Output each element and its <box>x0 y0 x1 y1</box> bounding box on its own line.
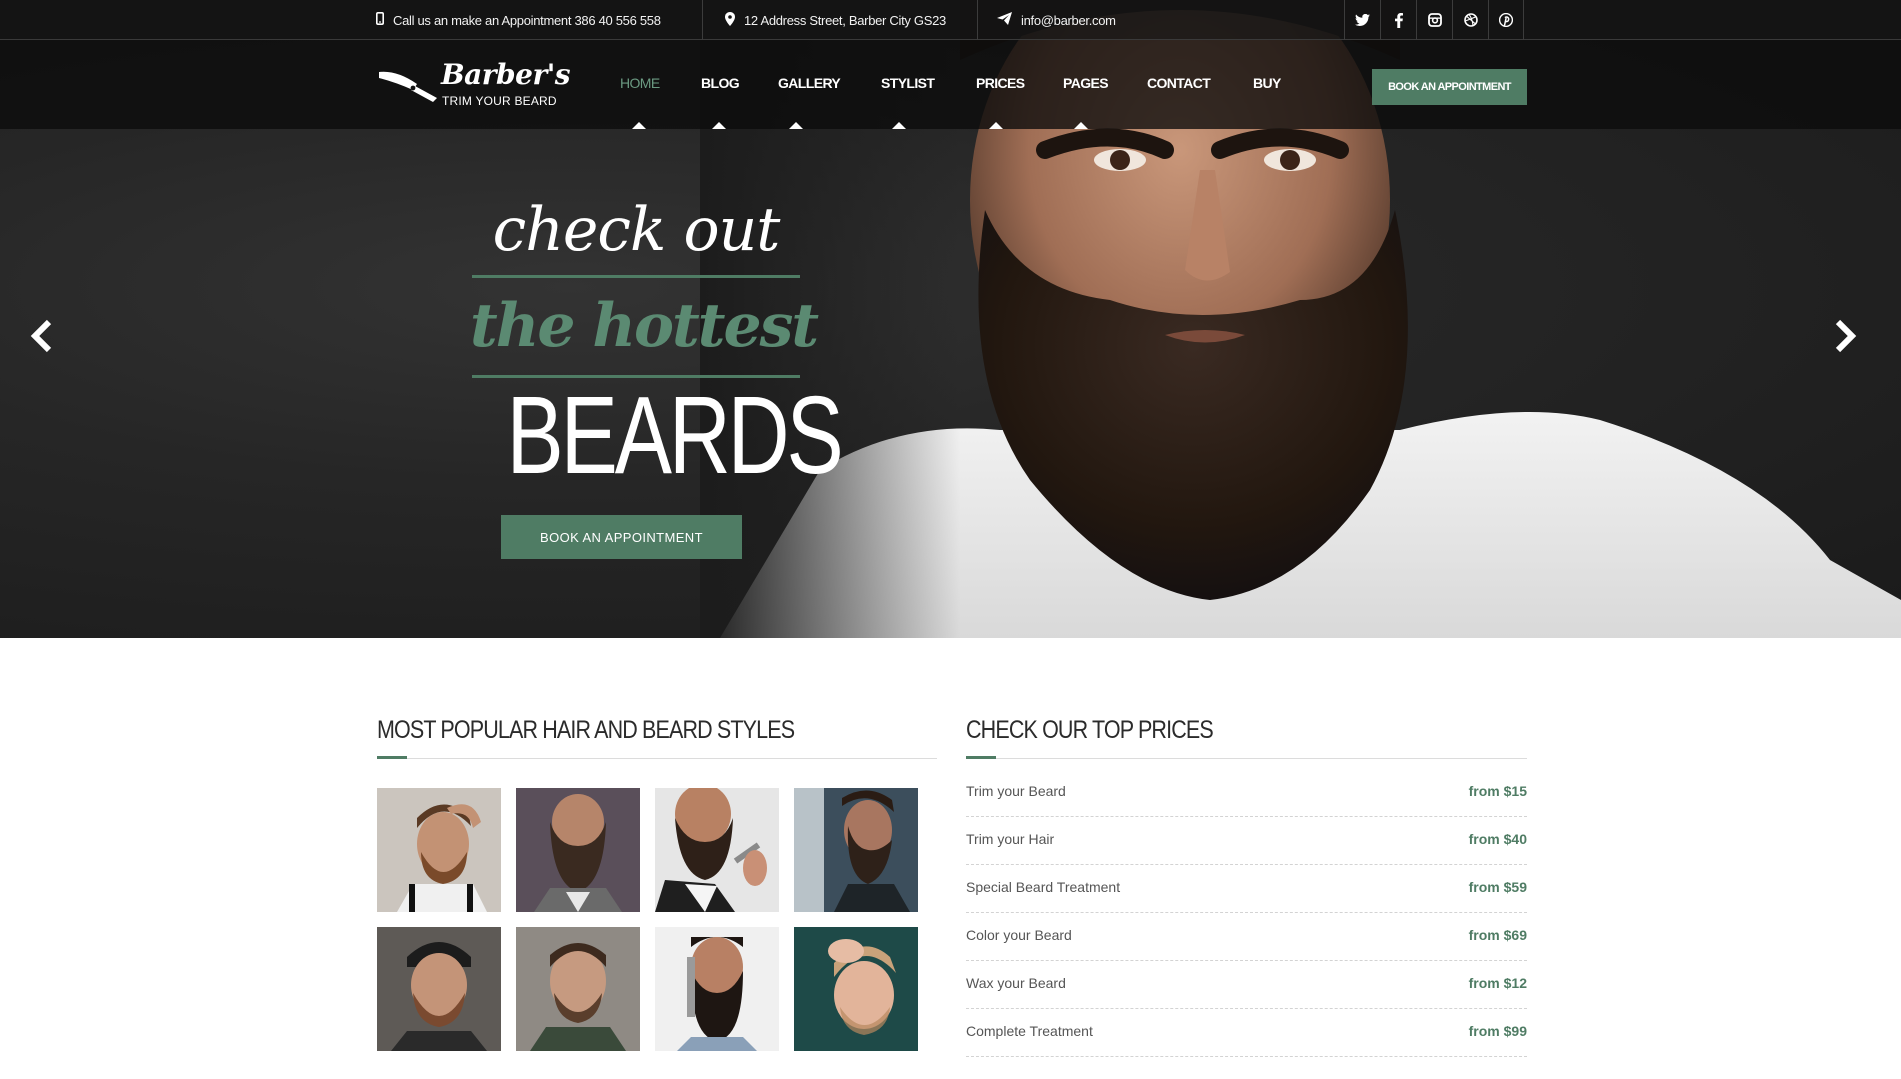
top-info-bar: Call us an make an Appointment 386 40 55… <box>0 0 1901 40</box>
styles-section-title: MOST POPULAR HAIR AND BEARD STYLES <box>377 716 795 744</box>
price-row[interactable]: Special Beard Treatment from $59 <box>966 865 1527 913</box>
phone-info: Call us an make an Appointment 386 40 55… <box>376 0 661 40</box>
price-row[interactable]: Trim your Beard from $15 <box>966 769 1527 817</box>
price-item-value: from $99 <box>1468 1023 1527 1039</box>
style-thumbnail[interactable] <box>794 788 918 912</box>
price-item-name: Complete Treatment <box>966 1023 1093 1039</box>
nav-notch <box>789 122 803 129</box>
nav-item-home[interactable]: HOME <box>620 40 660 129</box>
book-appointment-button[interactable]: BOOK AN APPOINTMENT <box>1372 69 1527 105</box>
twitter-icon[interactable] <box>1344 0 1380 40</box>
section-accent <box>966 756 996 759</box>
logo-tagline: TRIM YOUR BEARD <box>442 94 557 108</box>
price-row[interactable]: Wax your Beard from $12 <box>966 961 1527 1009</box>
section-accent <box>377 756 407 759</box>
price-item-value: from $40 <box>1468 831 1527 847</box>
hero-book-appointment-button[interactable]: BOOK AN APPOINTMENT <box>501 515 742 559</box>
nav-item-pages[interactable]: PAGES <box>1063 40 1109 129</box>
nav-notch <box>892 122 906 129</box>
paper-plane-icon <box>997 12 1012 28</box>
mobile-phone-icon <box>376 12 385 28</box>
hero-divider <box>472 275 800 278</box>
instagram-icon[interactable] <box>1416 0 1452 40</box>
nav-item-blog[interactable]: BLOG <box>701 40 740 129</box>
section-rule <box>966 758 1527 759</box>
style-thumbnail[interactable] <box>655 788 779 912</box>
pinterest-icon[interactable] <box>1488 0 1524 40</box>
main-navbar: Barber's TRIM YOUR BEARD HOME BLOG GALLE… <box>0 40 1901 129</box>
nav-item-contact[interactable]: CONTACT <box>1147 40 1211 129</box>
chevron-left-icon <box>30 319 52 353</box>
site-logo[interactable]: Barber's TRIM YOUR BEARD <box>377 58 571 114</box>
price-item-name: Wax your Beard <box>966 975 1066 991</box>
nav-item-stylist[interactable]: STYLIST <box>881 40 935 129</box>
price-item-value: from $15 <box>1468 783 1527 799</box>
nav-item-buy[interactable]: BUY <box>1253 40 1281 129</box>
nav-item-prices[interactable]: PRICES <box>976 40 1025 129</box>
divider <box>702 0 703 40</box>
nav-item-gallery[interactable]: GALLERY <box>778 40 841 129</box>
price-item-value: from $12 <box>1468 975 1527 991</box>
style-thumbnail[interactable] <box>516 788 640 912</box>
price-row[interactable]: Color your Beard from $69 <box>966 913 1527 961</box>
address-info: 12 Address Street, Barber City GS23 <box>725 0 946 40</box>
style-thumbnail[interactable] <box>655 927 779 1051</box>
facebook-icon[interactable] <box>1380 0 1416 40</box>
email-info[interactable]: info@barber.com <box>997 0 1116 40</box>
straight-razor-icon <box>379 71 437 102</box>
slider-next-button[interactable] <box>1824 316 1864 356</box>
social-links <box>1344 0 1524 40</box>
style-thumbnail[interactable] <box>516 927 640 1051</box>
price-item-name: Color your Beard <box>966 927 1072 943</box>
price-row[interactable]: Complete Treatment from $99 <box>966 1009 1527 1057</box>
style-thumbnail[interactable] <box>794 927 918 1051</box>
price-row[interactable]: Trim your Hair from $40 <box>966 817 1527 865</box>
nav-notch <box>712 122 726 129</box>
nav-notch <box>632 122 646 129</box>
hero-line-check-out: check out <box>492 195 781 265</box>
email-text[interactable]: info@barber.com <box>1021 13 1116 28</box>
nav-notch <box>989 122 1003 129</box>
hero-line-beards: BEARDS <box>506 374 844 497</box>
style-thumbnail[interactable] <box>377 788 501 912</box>
price-item-value: from $69 <box>1468 927 1527 943</box>
chevron-right-icon <box>1835 319 1857 353</box>
price-item-name: Trim your Beard <box>966 783 1066 799</box>
slider-prev-button[interactable] <box>23 316 63 356</box>
nav-notch <box>1074 122 1088 129</box>
price-item-name: Special Beard Treatment <box>966 879 1121 895</box>
price-item-name: Trim your Hair <box>966 831 1055 847</box>
style-thumbnail[interactable] <box>377 927 501 1051</box>
dribbble-icon[interactable] <box>1452 0 1488 40</box>
prices-section-title: CHECK OUR TOP PRICES <box>966 716 1214 744</box>
logo-brand-text: Barber's <box>441 58 571 91</box>
map-marker-icon <box>725 11 735 29</box>
section-rule <box>377 758 937 759</box>
divider <box>977 0 978 40</box>
price-item-value: from $59 <box>1468 879 1527 895</box>
address-text: 12 Address Street, Barber City GS23 <box>744 12 946 28</box>
phone-text: Call us an make an Appointment 386 40 55… <box>393 12 661 28</box>
hero-line-the-hottest: the hottest <box>470 291 819 361</box>
